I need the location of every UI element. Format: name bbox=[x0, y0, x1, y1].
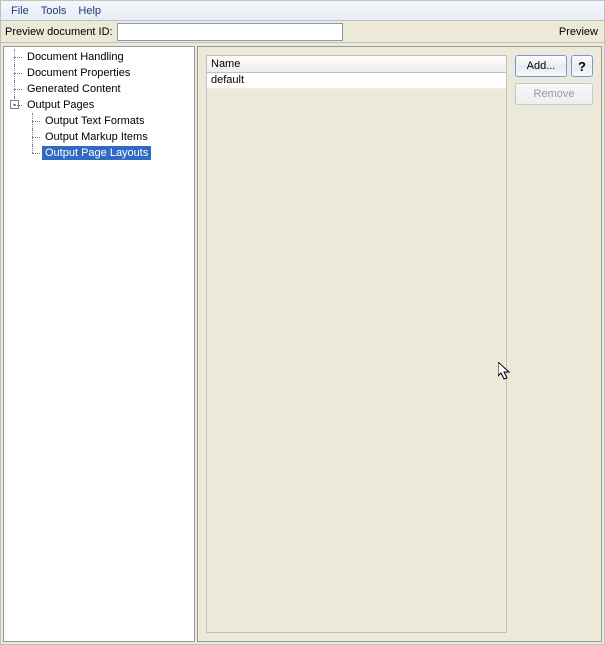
tree-connector: - bbox=[6, 97, 24, 113]
preview-button[interactable]: Preview bbox=[559, 26, 600, 38]
menubar: File Tools Help bbox=[1, 1, 604, 21]
list-item[interactable]: default bbox=[207, 73, 506, 89]
menu-help[interactable]: Help bbox=[72, 3, 107, 19]
toolbar: Preview document ID: Preview bbox=[1, 21, 604, 43]
list-body[interactable]: default bbox=[206, 73, 507, 633]
tree-item-output-markup-items[interactable]: Output Markup Items bbox=[42, 130, 151, 144]
tree-connector bbox=[6, 49, 24, 65]
navigation-tree[interactable]: Document Handling Document Properties Ge… bbox=[3, 46, 195, 642]
preview-id-input[interactable] bbox=[117, 23, 343, 41]
tree-item-generated-content[interactable]: Generated Content bbox=[24, 82, 124, 96]
column-header-name[interactable]: Name bbox=[206, 55, 507, 73]
tree-item-output-text-formats[interactable]: Output Text Formats bbox=[42, 114, 147, 128]
tree-item-document-properties[interactable]: Document Properties bbox=[24, 66, 133, 80]
main-body: Document Handling Document Properties Ge… bbox=[1, 44, 604, 644]
menu-tools[interactable]: Tools bbox=[35, 3, 73, 19]
remove-button: Remove bbox=[515, 83, 593, 105]
tree-connector bbox=[24, 113, 42, 129]
tree-connector bbox=[6, 65, 24, 81]
tree-item-output-page-layouts[interactable]: Output Page Layouts bbox=[42, 146, 151, 160]
button-column: Add... ? Remove bbox=[515, 55, 593, 633]
tree-item-document-handling[interactable]: Document Handling bbox=[24, 50, 127, 64]
application-window: File Tools Help Preview document ID: Pre… bbox=[0, 0, 605, 645]
help-button[interactable]: ? bbox=[571, 55, 593, 77]
tree-connector bbox=[24, 145, 42, 161]
expander-minus-icon[interactable]: - bbox=[10, 100, 19, 109]
tree-item-output-pages[interactable]: Output Pages bbox=[24, 98, 97, 112]
preview-id-label: Preview document ID: bbox=[5, 26, 115, 38]
layouts-list: Name default bbox=[206, 55, 507, 633]
tree-connector bbox=[6, 81, 24, 97]
content-panel: Name default Add... ? Remove bbox=[197, 46, 602, 642]
menu-file[interactable]: File bbox=[5, 3, 35, 19]
tree-connector bbox=[24, 129, 42, 145]
add-button[interactable]: Add... bbox=[515, 55, 567, 77]
